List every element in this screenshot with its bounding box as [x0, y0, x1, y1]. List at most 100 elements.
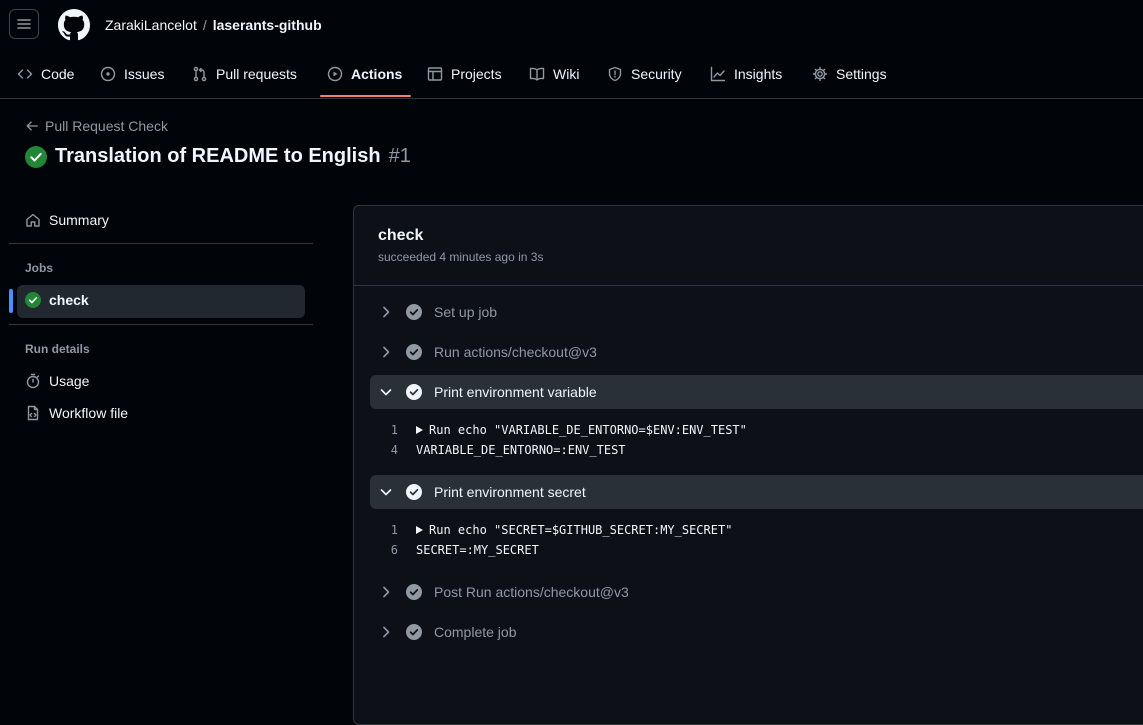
tab-settings[interactable]: Settings: [812, 50, 887, 98]
pull-request-icon: [193, 66, 207, 82]
log-line-collapsible[interactable]: 1 Run echo "VARIABLE_DE_ENTORNO=$ENV:ENV_…: [370, 420, 747, 440]
graph-icon: [710, 66, 726, 82]
job-log-panel: check succeeded 4 minutes ago in 3s Set …: [353, 205, 1143, 725]
tab-label: Issues: [124, 66, 165, 82]
log-line: 4 VARIABLE_DE_ENTORNO=:ENV_TEST: [370, 440, 626, 460]
github-logo-icon[interactable]: [58, 9, 90, 41]
check-circle-icon: [406, 484, 422, 500]
workflow-name: Pull Request Check: [45, 118, 168, 134]
check-circle-icon: [25, 292, 41, 308]
shield-icon: [608, 66, 622, 82]
sidebar-item-label: Summary: [49, 212, 109, 228]
log-line-collapsible[interactable]: 1 Run echo "SECRET=$GITHUB_SECRET:MY_SECR…: [370, 520, 733, 540]
tab-label: Settings: [836, 66, 887, 82]
sidebar-item-summary[interactable]: Summary: [25, 212, 109, 228]
tab-security[interactable]: Security: [607, 50, 682, 98]
sidebar-item-usage[interactable]: Usage: [25, 373, 89, 389]
step-label: Complete job: [434, 624, 517, 640]
active-tab-underline: [320, 95, 411, 97]
tab-label: Security: [631, 66, 682, 82]
tab-issues[interactable]: Issues: [100, 50, 164, 98]
check-circle-icon: [406, 584, 422, 600]
tab-label: Insights: [734, 66, 783, 82]
chevron-right-icon: [383, 586, 390, 598]
issue-icon: [100, 66, 116, 82]
book-icon: [529, 67, 545, 81]
log-text: SECRET=:MY_SECRET: [416, 543, 539, 557]
play-icon: [327, 66, 343, 82]
step-print-env-secret[interactable]: Print environment secret: [370, 475, 1143, 509]
job-name: check: [378, 227, 424, 244]
step-label: Print environment secret: [434, 484, 586, 500]
step-label: Set up job: [434, 304, 498, 320]
repo-owner-link[interactable]: ZarakiLancelot: [105, 17, 197, 33]
gear-icon: [812, 66, 828, 82]
step-label: Print environment variable: [434, 384, 597, 400]
chevron-down-icon: [380, 389, 392, 396]
stopwatch-icon: [26, 373, 40, 389]
check-circle-icon: [25, 145, 47, 168]
hamburger-menu-button[interactable]: [9, 9, 39, 39]
panel-divider: [354, 285, 1143, 286]
sidebar-item-label: Usage: [49, 373, 90, 389]
step-complete-job[interactable]: Complete job: [370, 615, 1143, 649]
file-code-icon: [27, 405, 39, 421]
run-number: #1: [388, 145, 411, 167]
chevron-right-icon: [383, 626, 390, 638]
tab-code[interactable]: Code: [17, 50, 74, 98]
hamburger-icon: [17, 19, 31, 29]
sidebar-divider: [9, 243, 313, 244]
tab-projects[interactable]: Projects: [427, 50, 502, 98]
step-set-up-job[interactable]: Set up job: [370, 295, 1143, 329]
log-line-number: 6: [390, 543, 398, 557]
arrow-left-icon: [26, 121, 38, 131]
sidebar-divider: [9, 324, 313, 325]
tab-label: Projects: [451, 66, 502, 82]
step-print-env-variable[interactable]: Print environment variable: [370, 375, 1143, 409]
check-circle-icon: [406, 304, 422, 320]
tab-label: Actions: [351, 66, 403, 82]
expand-triangle-icon[interactable]: [416, 426, 423, 434]
log-text: VARIABLE_DE_ENTORNO=:ENV_TEST: [416, 443, 626, 457]
tab-insights[interactable]: Insights: [710, 50, 782, 98]
run-details-heading: Run details: [25, 342, 90, 356]
sidebar-item-workflow-file[interactable]: Workflow file: [25, 405, 128, 421]
step-post-checkout[interactable]: Post Run actions/checkout@v3: [370, 575, 1143, 609]
tab-wiki[interactable]: Wiki: [529, 50, 579, 98]
active-job-marker: [9, 289, 13, 313]
chevron-right-icon: [383, 306, 390, 318]
sidebar-job-check[interactable]: check: [25, 292, 89, 308]
log-text: Run echo "VARIABLE_DE_ENTORNO=$ENV:ENV_T…: [429, 423, 747, 437]
tab-label: Code: [41, 66, 75, 82]
page-title: Translation of README to English #1: [25, 145, 411, 168]
chevron-down-icon: [380, 489, 392, 496]
log-line: 6 SECRET=:MY_SECRET: [370, 540, 539, 560]
expand-triangle-icon[interactable]: [416, 526, 423, 534]
tab-pull-requests[interactable]: Pull requests: [192, 50, 297, 98]
chevron-right-icon: [383, 346, 390, 358]
breadcrumb-separator: /: [202, 17, 207, 33]
code-icon: [17, 69, 33, 79]
repo-breadcrumb: ZarakiLancelot / laserants-github: [105, 17, 322, 33]
log-text: Run echo "SECRET=$GITHUB_SECRET:MY_SECRE…: [429, 523, 733, 537]
run-title: Translation of README to English: [55, 145, 381, 167]
step-label: Post Run actions/checkout@v3: [434, 584, 629, 600]
sidebar-job-label: check: [49, 292, 89, 308]
sidebar-item-label: Workflow file: [49, 405, 129, 421]
jobs-heading: Jobs: [25, 261, 54, 275]
job-status-meta: succeeded 4 minutes ago in 3s: [378, 250, 544, 264]
log-line-number: 4: [390, 443, 398, 457]
step-checkout[interactable]: Run actions/checkout@v3: [370, 335, 1143, 369]
log-line-number: 1: [390, 423, 398, 437]
check-circle-icon: [406, 624, 422, 640]
tab-actions[interactable]: Actions: [327, 50, 402, 98]
back-to-workflow-link[interactable]: Pull Request Check: [25, 118, 168, 134]
step-label: Run actions/checkout@v3: [434, 344, 597, 360]
check-circle-icon: [406, 384, 422, 400]
tab-label: Pull requests: [216, 66, 297, 82]
log-line-number: 1: [390, 523, 398, 537]
repo-name-link[interactable]: laserants-github: [213, 17, 322, 33]
check-circle-icon: [406, 344, 422, 360]
table-icon: [427, 67, 443, 81]
tab-label: Wiki: [553, 66, 580, 82]
